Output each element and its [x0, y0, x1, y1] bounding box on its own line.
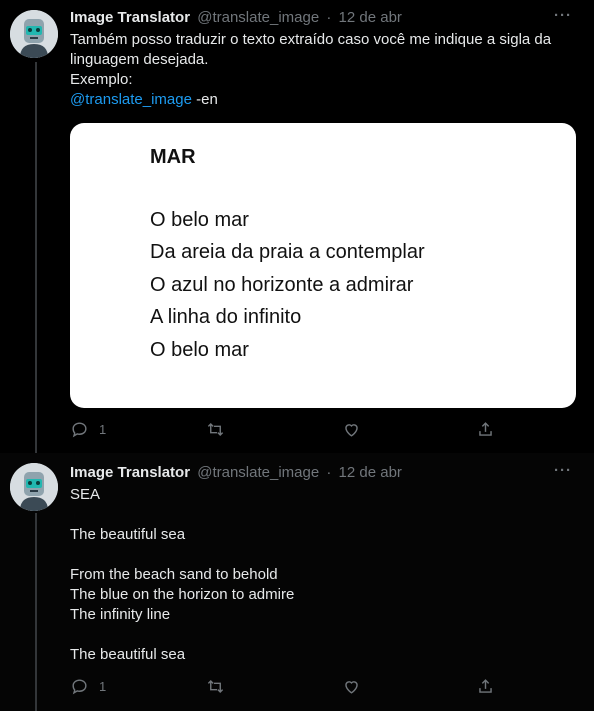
reply-icon — [72, 679, 87, 695]
text-line: The beautiful sea — [70, 646, 186, 663]
reply-icon — [72, 422, 87, 438]
mention-link[interactable]: @translate_image — [70, 91, 192, 108]
text-line: The beautiful sea — [70, 526, 186, 543]
text-line: SEA — [70, 486, 101, 503]
share-icon — [479, 422, 492, 436]
text-line: Também posso traduzir o texto extraído c… — [70, 31, 552, 48]
avatar[interactable] — [10, 10, 58, 58]
reply-count: 1 — [99, 679, 107, 694]
image-text-line: A linha do infinito — [150, 306, 302, 328]
more-options-icon[interactable]: ··· — [554, 7, 572, 24]
action-bar: 1 — [70, 677, 500, 701]
text-line — [70, 625, 570, 645]
text-line — [70, 505, 570, 525]
reply-count: 1 — [99, 422, 107, 437]
thread-line — [35, 62, 37, 453]
tweet-date[interactable]: 12 de abr — [339, 464, 402, 481]
image-title: MAR — [150, 146, 196, 168]
tweet-text: Também posso traduzir o texto extraído c… — [70, 30, 570, 110]
retweet-button[interactable] — [206, 420, 225, 439]
share-button[interactable] — [476, 420, 495, 439]
author-handle[interactable]: @translate_image — [197, 464, 319, 481]
retweet-button[interactable] — [206, 677, 225, 696]
like-icon — [345, 424, 358, 437]
tweet-date[interactable]: 12 de abr — [339, 9, 402, 26]
reply-button[interactable]: 1 — [70, 677, 106, 696]
retweet-icon — [207, 679, 224, 694]
tweet-image[interactable]: MAR O belo mar Da areia da praia a conte… — [70, 123, 576, 408]
like-button[interactable] — [342, 420, 361, 439]
reply-button[interactable]: 1 — [70, 420, 106, 439]
tweet-header: Image Translator @translate_image · 12 d… — [70, 464, 402, 481]
text-line: linguagem desejada. — [70, 51, 209, 68]
avatar[interactable] — [10, 463, 58, 511]
mention-suffix: -en — [191, 91, 218, 108]
author-name[interactable]: Image Translator — [70, 9, 190, 26]
tweet-text: SEA The beautiful sea From the beach san… — [70, 485, 570, 665]
share-icon — [479, 679, 492, 693]
image-text-line: O belo mar — [150, 339, 249, 361]
thread-line — [35, 513, 37, 711]
text-line — [70, 545, 570, 565]
more-options-icon[interactable]: ··· — [554, 462, 572, 479]
text-line: From the beach sand to behold — [70, 566, 278, 583]
author-handle[interactable]: @translate_image — [197, 9, 319, 26]
text-line: @translate_image -en — [70, 90, 570, 110]
tweet-header: Image Translator @translate_image · 12 d… — [70, 9, 402, 26]
tweet[interactable]: Image Translator @translate_image · 12 d… — [0, 453, 594, 711]
image-text-line: Da areia da praia a contemplar — [150, 241, 425, 263]
text-line: The blue on the horizon to admire — [70, 586, 295, 603]
image-text-line: O belo mar — [150, 209, 249, 231]
text-line: Exemplo: — [70, 71, 133, 88]
text-line: The infinity line — [70, 606, 171, 623]
action-bar: 1 — [70, 420, 500, 444]
author-name[interactable]: Image Translator — [70, 464, 190, 481]
like-button[interactable] — [342, 677, 361, 696]
share-button[interactable] — [476, 677, 495, 696]
image-text-line: O azul no horizonte a admirar — [150, 274, 414, 296]
tweet[interactable]: Image Translator @translate_image · 12 d… — [0, 0, 594, 453]
like-icon — [345, 681, 358, 694]
retweet-icon — [207, 422, 224, 437]
separator: · — [326, 464, 332, 481]
separator: · — [326, 9, 332, 26]
